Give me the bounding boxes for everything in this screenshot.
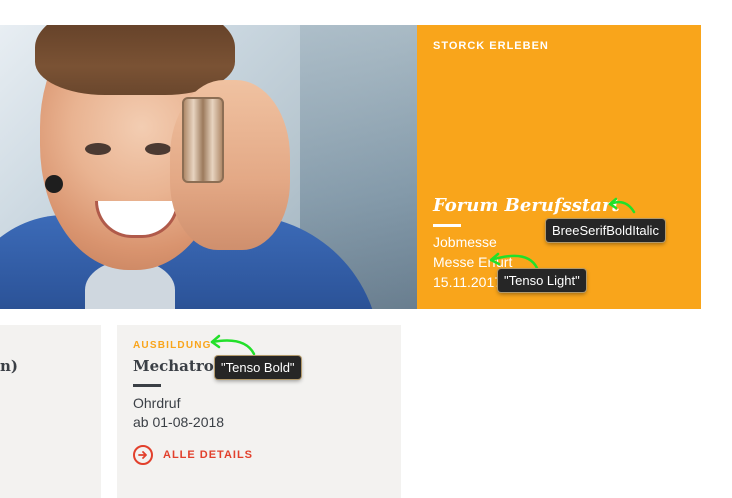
eye-right <box>145 143 171 155</box>
promo-line-date: 15.11.2017 <box>433 274 503 290</box>
font-annotation-body: "Tenso Light" <box>498 269 586 292</box>
eye-left <box>85 143 111 155</box>
font-annotation-category: "Tenso Bold" <box>215 356 301 379</box>
hero-photo <box>0 25 417 309</box>
all-details-label: ALLE DETAILS <box>163 449 254 461</box>
promo-title[interactable]: Forum Berufsstart <box>433 195 620 216</box>
job-location: Ohrdruf <box>133 395 181 411</box>
arrow-right-circle-icon[interactable] <box>133 445 153 465</box>
annotation-arrow-2 <box>489 252 539 270</box>
annotation-arrow-3 <box>210 334 256 356</box>
ear-gauge <box>45 175 63 193</box>
job-start-date: ab 01-08-2018 <box>133 414 225 430</box>
arrow-right-icon <box>138 451 147 459</box>
font-annotation-title: BreeSerifBoldItalic <box>546 219 665 242</box>
electronic-component <box>182 97 224 183</box>
job-title-fragment: n) <box>0 357 19 375</box>
annotation-arrow-1 <box>608 197 636 214</box>
job-category: AUSBILDUNG <box>133 340 212 351</box>
job-card-previous[interactable]: n) <box>0 325 101 498</box>
title-divider <box>433 224 461 227</box>
all-details-link[interactable]: ALLE DETAILS <box>133 445 253 465</box>
promo-eyebrow: STORCK ERLEBEN <box>433 40 549 52</box>
job-title-divider <box>133 384 161 387</box>
event-promo-panel[interactable]: STORCK ERLEBEN Forum Berufsstart Jobmess… <box>417 25 701 309</box>
job-card[interactable]: AUSBILDUNG Mechatroniker/in Ohrdruf ab 0… <box>117 325 401 498</box>
